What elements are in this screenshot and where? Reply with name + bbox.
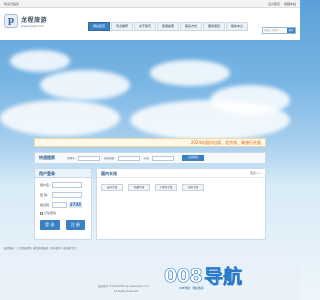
main-nav: 网站首页 景点推荐 关于我们 旅游指南 联系方式 服务项目 留言中心 <box>88 22 249 31</box>
domestic-head: 国内长线 更多>> <box>97 169 265 178</box>
login-title: 用户登录 <box>35 169 91 178</box>
top-bar: 欢迎光临您 设为首页 收藏本站 <box>0 0 300 8</box>
nav-item-services[interactable]: 服务项目 <box>203 22 225 31</box>
welcome-text: 欢迎光临您 <box>4 1 20 6</box>
site-logo[interactable]: p 龙程旅游 www.jxjzly.com <box>4 14 47 28</box>
login-button[interactable]: 登 录 <box>40 220 60 230</box>
password-row: 密 码： <box>40 192 91 198</box>
copyright: 版权所有 ©2016-2020 by www.jxjzly.com <box>98 285 149 288</box>
remember-label: 记住密码 <box>44 211 57 215</box>
nav-item-guide[interactable]: 旅游指南 <box>157 22 179 31</box>
password-label: 密 码： <box>40 193 50 197</box>
cloud-decoration <box>10 50 70 72</box>
remember-row: 记住密码 <box>40 211 91 215</box>
nav-item-attractions[interactable]: 景点推荐 <box>111 22 133 31</box>
price-label: 价格： <box>143 157 152 160</box>
logo-text: 龙程旅游 www.jxjzly.com <box>21 15 47 28</box>
captcha-image[interactable]: 3735 <box>69 202 82 208</box>
login-buttons: 登 录 注 册 <box>40 220 91 230</box>
username-label: 用户名： <box>40 183 53 187</box>
top-links: 设为首页 收藏本站 <box>265 2 296 6</box>
route-tags: 云南专线 新疆专线 九寨沟专线 海南专线 <box>97 178 265 197</box>
cloud-decoration <box>130 100 290 140</box>
register-button[interactable]: 注 册 <box>65 220 85 230</box>
username-field[interactable] <box>52 182 82 188</box>
search-button[interactable]: 搜索 <box>287 28 295 33</box>
captcha-label: 验证码： <box>40 203 53 207</box>
keyword-label: 关键字： <box>67 157 78 160</box>
search-input[interactable]: 请输入关键字 <box>263 28 287 33</box>
captcha-field[interactable] <box>52 202 67 208</box>
domestic-routes-panel: 国内长线 更多>> 云南专线 新疆专线 九寨沟专线 海南专线 <box>96 168 266 240</box>
nav-item-contact[interactable]: 联系方式 <box>180 22 202 31</box>
login-panel: 用户登录 用户名： 密 码： 验证码： 3735 记住密码 登 录 注 册 <box>34 168 92 240</box>
keyword-input[interactable] <box>78 155 101 161</box>
username-row: 用户名： <box>40 182 91 188</box>
nav-item-home[interactable]: 网站首页 <box>88 22 110 31</box>
notice-marquee[interactable]: 2024年国内出境、北京线、青旅行社报 <box>34 138 266 147</box>
logo-url: www.jxjzly.com <box>21 23 44 28</box>
nav-item-messages[interactable]: 留言中心 <box>226 22 248 31</box>
days-label: 游玩天数： <box>104 157 117 160</box>
captcha-row: 验证码： 3735 <box>40 202 91 208</box>
watermark-text: 导航 <box>204 266 243 289</box>
watermark-subtitle: 008导航 · 网址收录 <box>179 286 204 290</box>
quick-search-button[interactable]: 立即搜索 <box>182 155 205 161</box>
set-homepage-link[interactable]: 设为首页 <box>268 2 280 6</box>
watermark: 008 导航 <box>164 262 243 289</box>
nav-item-about[interactable]: 关于我们 <box>134 22 156 31</box>
remember-checkbox[interactable] <box>40 211 43 215</box>
quick-search-bar: 快速搜索 关键字： 游玩天数： 价格： 立即搜索 <box>34 152 266 164</box>
cloud-decoration <box>150 60 230 86</box>
route-tag[interactable]: 海南专线 <box>182 184 204 191</box>
price-input[interactable] <box>152 155 175 161</box>
quick-search-title: 快速搜索 <box>39 155 55 160</box>
more-link[interactable]: 更多>> <box>250 169 261 177</box>
route-tag[interactable]: 新疆专线 <box>128 184 150 191</box>
password-field[interactable] <box>52 192 82 198</box>
logo-mark-icon: p <box>4 14 18 28</box>
header-search: 请输入关键字 搜索 <box>262 27 296 34</box>
route-tag[interactable]: 云南专线 <box>101 184 123 191</box>
footer: 友情链接：| 江西旅游网 | 赣北旅游集团 | 万年旅游 | 南昌旅行社 | 版… <box>0 246 300 300</box>
watermark-logo: 008 <box>164 264 203 287</box>
friend-links[interactable]: 友情链接：| 江西旅游网 | 赣北旅游集团 | 万年旅游 | 南昌旅行社 | <box>4 246 77 250</box>
bookmark-link[interactable]: 收藏本站 <box>284 2 296 6</box>
domestic-title: 国内长线 <box>101 171 117 176</box>
cloud-decoration <box>0 100 120 136</box>
copyright-line2: All Rights Reserved <box>114 290 139 293</box>
logo-name: 龙程旅游 <box>21 16 48 24</box>
route-tag[interactable]: 九寨沟专线 <box>155 184 177 191</box>
days-input[interactable] <box>117 155 140 161</box>
cloud-decoration <box>40 70 130 100</box>
